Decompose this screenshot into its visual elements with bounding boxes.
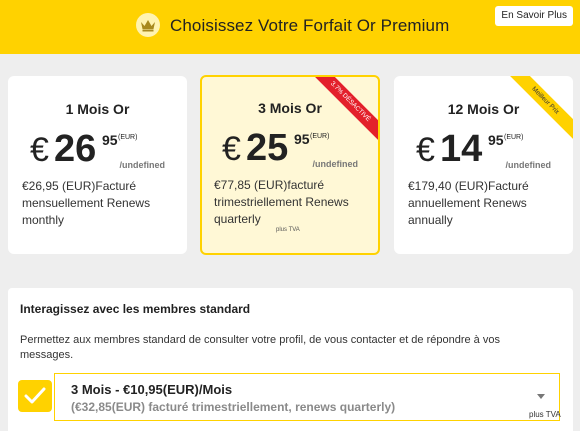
plan-description: €179,40 (EUR)Facturé annuellement Renews… <box>408 179 529 227</box>
addon-option-title: 3 Mois - €10,95(EUR)/Mois <box>71 382 233 397</box>
addon-plan-select[interactable]: 3 Mois - €10,95(EUR)/Mois (€32,85(EUR) f… <box>54 373 560 421</box>
chevron-down-icon <box>537 394 545 399</box>
addon-option-detail: (€32,85(EUR) facturé trimestriellement, … <box>71 400 396 414</box>
plan-period: /undefined <box>119 160 166 170</box>
plan-card-12-months[interactable]: Meilleur Prix 12 Mois Or € 14 95 (EUR) /… <box>394 76 573 254</box>
page-title: Choisissez Votre Forfait Or Premium <box>170 16 450 35</box>
checkmark-icon <box>24 387 46 404</box>
learn-more-button[interactable]: En Savoir Plus <box>495 6 573 26</box>
plan-description: €77,85 (EUR)facturé trimestriellement Re… <box>214 178 349 226</box>
plan-period: /undefined <box>312 159 359 169</box>
addon-description: Permettez aux membres standard de consul… <box>20 334 500 361</box>
addon-heading: Interagissez avec les membres standard <box>20 302 251 316</box>
plan-name: 1 Mois Or <box>65 101 130 117</box>
crown-icon <box>136 13 160 37</box>
header-bar: Choisissez Votre Forfait Or Premium En S… <box>0 0 580 54</box>
addon-checkbox[interactable] <box>18 380 52 412</box>
plan-period: /undefined <box>505 160 552 170</box>
plan-card-3-months[interactable]: 3.7% DÉSACTIVÉ 3 Mois Or € 25 95 (EUR) /… <box>200 75 380 255</box>
plan-name: 12 Mois Or <box>447 101 520 117</box>
tax-note: plus TVA <box>276 227 300 233</box>
plan-name: 3 Mois Or <box>258 100 322 116</box>
plan-description: €26,95 (EUR)Facturé mensuellement Renews… <box>22 179 151 227</box>
plan-card-1-month[interactable]: 1 Mois Or € 26 95 (EUR) /undefined €26,9… <box>8 76 187 254</box>
addon-tax-note: plus TVA <box>529 410 561 419</box>
addon-panel: Interagissez avec les membres standard P… <box>8 288 573 431</box>
